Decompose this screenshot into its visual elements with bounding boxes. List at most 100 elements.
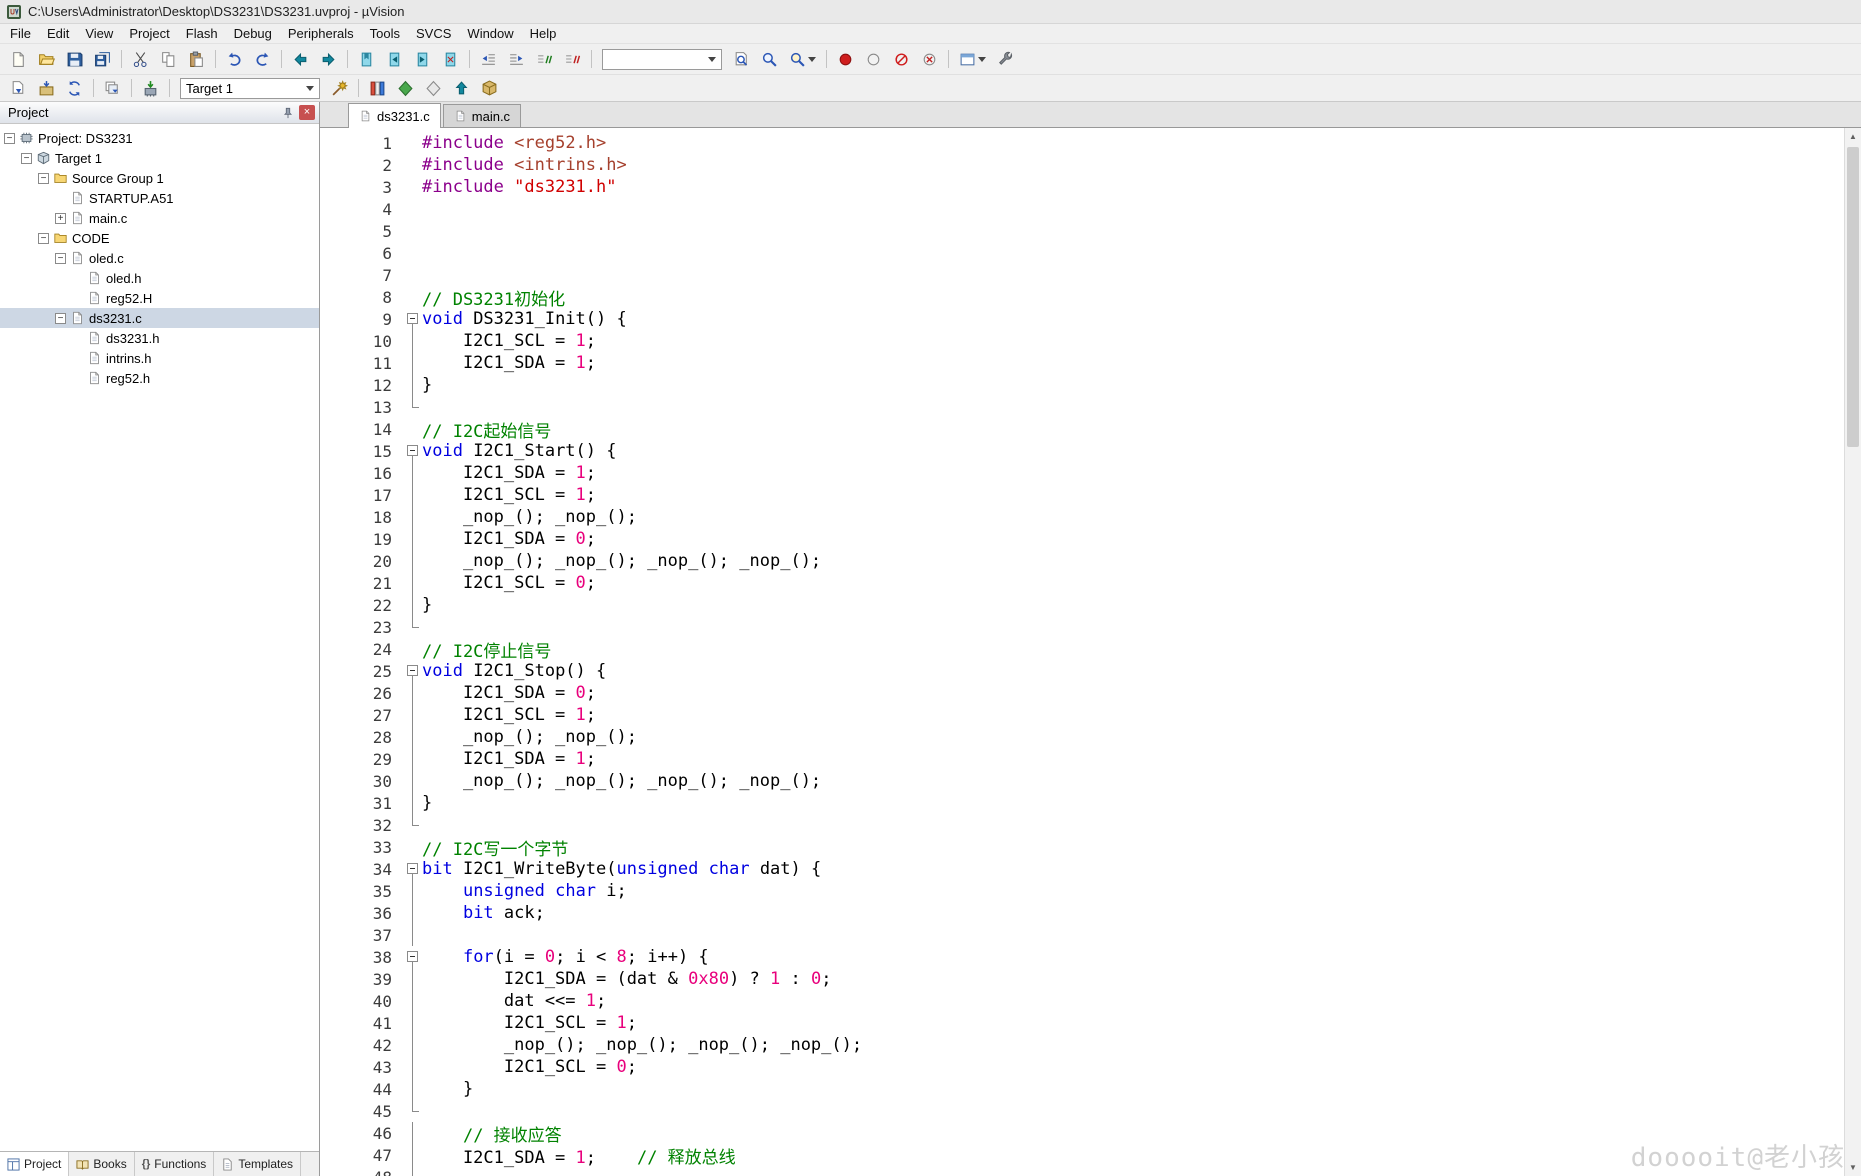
code-line[interactable]: 25void I2C1_Stop() { — [320, 660, 1844, 682]
code-line[interactable]: 24// I2C停止信号 — [320, 638, 1844, 660]
menu-debug[interactable]: Debug — [226, 24, 280, 43]
breakpoint-enable-icon[interactable] — [860, 47, 887, 71]
code-line[interactable]: 28 _nop_(); _nop_(); — [320, 726, 1844, 748]
code-line[interactable]: 2#include <intrins.h> — [320, 154, 1844, 176]
code-line[interactable]: 16 I2C1_SDA = 1; — [320, 462, 1844, 484]
new-file-icon[interactable] — [5, 47, 32, 71]
comment-icon[interactable] — [531, 47, 558, 71]
collapse-icon[interactable]: − — [55, 313, 66, 324]
collapse-icon[interactable]: − — [21, 153, 32, 164]
scroll-thumb[interactable] — [1847, 147, 1859, 447]
cut-icon[interactable] — [127, 47, 154, 71]
tree-item-ds3231-c[interactable]: −ds3231.c — [0, 308, 319, 328]
tree-item-project-ds3231[interactable]: −Project: DS3231 — [0, 128, 319, 148]
tab-main-c[interactable]: main.c — [443, 104, 521, 127]
translate-icon[interactable] — [5, 76, 32, 100]
menu-flash[interactable]: Flash — [178, 24, 226, 43]
search-combo[interactable] — [602, 49, 722, 70]
tree-item-reg52-h[interactable]: reg52.H — [0, 288, 319, 308]
pin-icon[interactable] — [280, 105, 296, 120]
code-line[interactable]: 29 I2C1_SDA = 1; — [320, 748, 1844, 770]
rebuild-all-icon[interactable] — [61, 76, 88, 100]
target-select[interactable]: Target 1 — [180, 78, 320, 99]
code-line[interactable]: 26 I2C1_SDA = 0; — [320, 682, 1844, 704]
collapse-icon[interactable]: − — [38, 233, 49, 244]
select-packs-icon[interactable] — [420, 76, 447, 100]
fold-collapse-icon[interactable] — [404, 440, 422, 462]
code-line[interactable]: 35 unsigned char i; — [320, 880, 1844, 902]
code-line[interactable]: 8// DS3231初始化 — [320, 286, 1844, 308]
menu-help[interactable]: Help — [522, 24, 565, 43]
bookmark-toggle-icon[interactable] — [353, 47, 380, 71]
menu-peripherals[interactable]: Peripherals — [280, 24, 362, 43]
code-line[interactable]: 15void I2C1_Start() { — [320, 440, 1844, 462]
code-line[interactable]: 11 I2C1_SDA = 1; — [320, 352, 1844, 374]
code-line[interactable]: 34bit I2C1_WriteByte(unsigned char dat) … — [320, 858, 1844, 880]
batch-build-icon[interactable] — [99, 76, 126, 100]
tree-item-oled-c[interactable]: −oled.c — [0, 248, 319, 268]
redo-icon[interactable] — [249, 47, 276, 71]
code-line[interactable]: 33// I2C写一个字节 — [320, 836, 1844, 858]
collapse-icon[interactable]: − — [4, 133, 15, 144]
indent-icon[interactable] — [503, 47, 530, 71]
close-icon[interactable]: × — [299, 105, 315, 120]
dropdown-caret-icon[interactable] — [978, 57, 986, 62]
options-for-target-icon[interactable] — [326, 76, 353, 100]
panel-tab-templates[interactable]: Templates — [214, 1152, 301, 1176]
tree-item-reg52-h[interactable]: reg52.h — [0, 368, 319, 388]
code-line[interactable]: 44 } — [320, 1078, 1844, 1100]
code-line[interactable]: 48 — [320, 1166, 1844, 1176]
tree-item-target-1[interactable]: −Target 1 — [0, 148, 319, 168]
code-line[interactable]: 4 — [320, 198, 1844, 220]
paste-icon[interactable] — [183, 47, 210, 71]
dropdown-caret-icon[interactable] — [306, 86, 314, 91]
manage-rte-icon[interactable] — [392, 76, 419, 100]
code-line[interactable]: 41 I2C1_SCL = 1; — [320, 1012, 1844, 1034]
code-line[interactable]: 14// I2C起始信号 — [320, 418, 1844, 440]
code-line[interactable]: 10 I2C1_SCL = 1; — [320, 330, 1844, 352]
manage-project-items-icon[interactable] — [364, 76, 391, 100]
code-line[interactable]: 6 — [320, 242, 1844, 264]
code-line[interactable]: 30 _nop_(); _nop_(); _nop_(); _nop_(); — [320, 770, 1844, 792]
code-line[interactable]: 36 bit ack; — [320, 902, 1844, 924]
panel-tab-books[interactable]: Books — [69, 1152, 134, 1176]
menu-tools[interactable]: Tools — [362, 24, 408, 43]
code-line[interactable]: 13 — [320, 396, 1844, 418]
menu-edit[interactable]: Edit — [39, 24, 77, 43]
menu-file[interactable]: File — [2, 24, 39, 43]
incremental-find-icon[interactable] — [784, 47, 821, 71]
collapse-icon[interactable]: − — [55, 253, 66, 264]
collapse-icon[interactable]: − — [38, 173, 49, 184]
code-line[interactable]: 31} — [320, 792, 1844, 814]
code-line[interactable]: 40 dat <<= 1; — [320, 990, 1844, 1012]
breakpoint-toggle-icon[interactable] — [832, 47, 859, 71]
debug-windows-icon[interactable] — [954, 47, 991, 71]
code-line[interactable]: 22} — [320, 594, 1844, 616]
code-line[interactable]: 12} — [320, 374, 1844, 396]
save-icon[interactable] — [61, 47, 88, 71]
open-file-icon[interactable] — [33, 47, 60, 71]
fold-collapse-icon[interactable] — [404, 660, 422, 682]
unindent-icon[interactable] — [475, 47, 502, 71]
find-in-files-icon[interactable] — [728, 47, 755, 71]
fold-collapse-icon[interactable] — [404, 308, 422, 330]
breakpoint-disable-all-icon[interactable] — [888, 47, 915, 71]
save-all-icon[interactable] — [89, 47, 116, 71]
code-line[interactable]: 42 _nop_(); _nop_(); _nop_(); _nop_(); — [320, 1034, 1844, 1056]
expand-icon[interactable]: + — [55, 213, 66, 224]
code-line[interactable]: 21 I2C1_SCL = 0; — [320, 572, 1844, 594]
tree-item-intrins-h[interactable]: intrins.h — [0, 348, 319, 368]
nav-forward-icon[interactable] — [315, 47, 342, 71]
menu-window[interactable]: Window — [459, 24, 521, 43]
tab-ds3231-c[interactable]: ds3231.c — [348, 103, 441, 128]
bookmark-clear-icon[interactable] — [437, 47, 464, 71]
code-line[interactable]: 9void DS3231_Init() { — [320, 308, 1844, 330]
nav-back-icon[interactable] — [287, 47, 314, 71]
tree-item-oled-h[interactable]: oled.h — [0, 268, 319, 288]
scroll-up-icon[interactable]: ▲ — [1845, 128, 1861, 145]
code-line[interactable]: 23 — [320, 616, 1844, 638]
code-editor[interactable]: 1#include <reg52.h>2#include <intrins.h>… — [320, 128, 1844, 1176]
panel-tab-project[interactable]: Project — [0, 1152, 69, 1176]
tree-item-main-c[interactable]: +main.c — [0, 208, 319, 228]
tree-item-startup-a51[interactable]: STARTUP.A51 — [0, 188, 319, 208]
